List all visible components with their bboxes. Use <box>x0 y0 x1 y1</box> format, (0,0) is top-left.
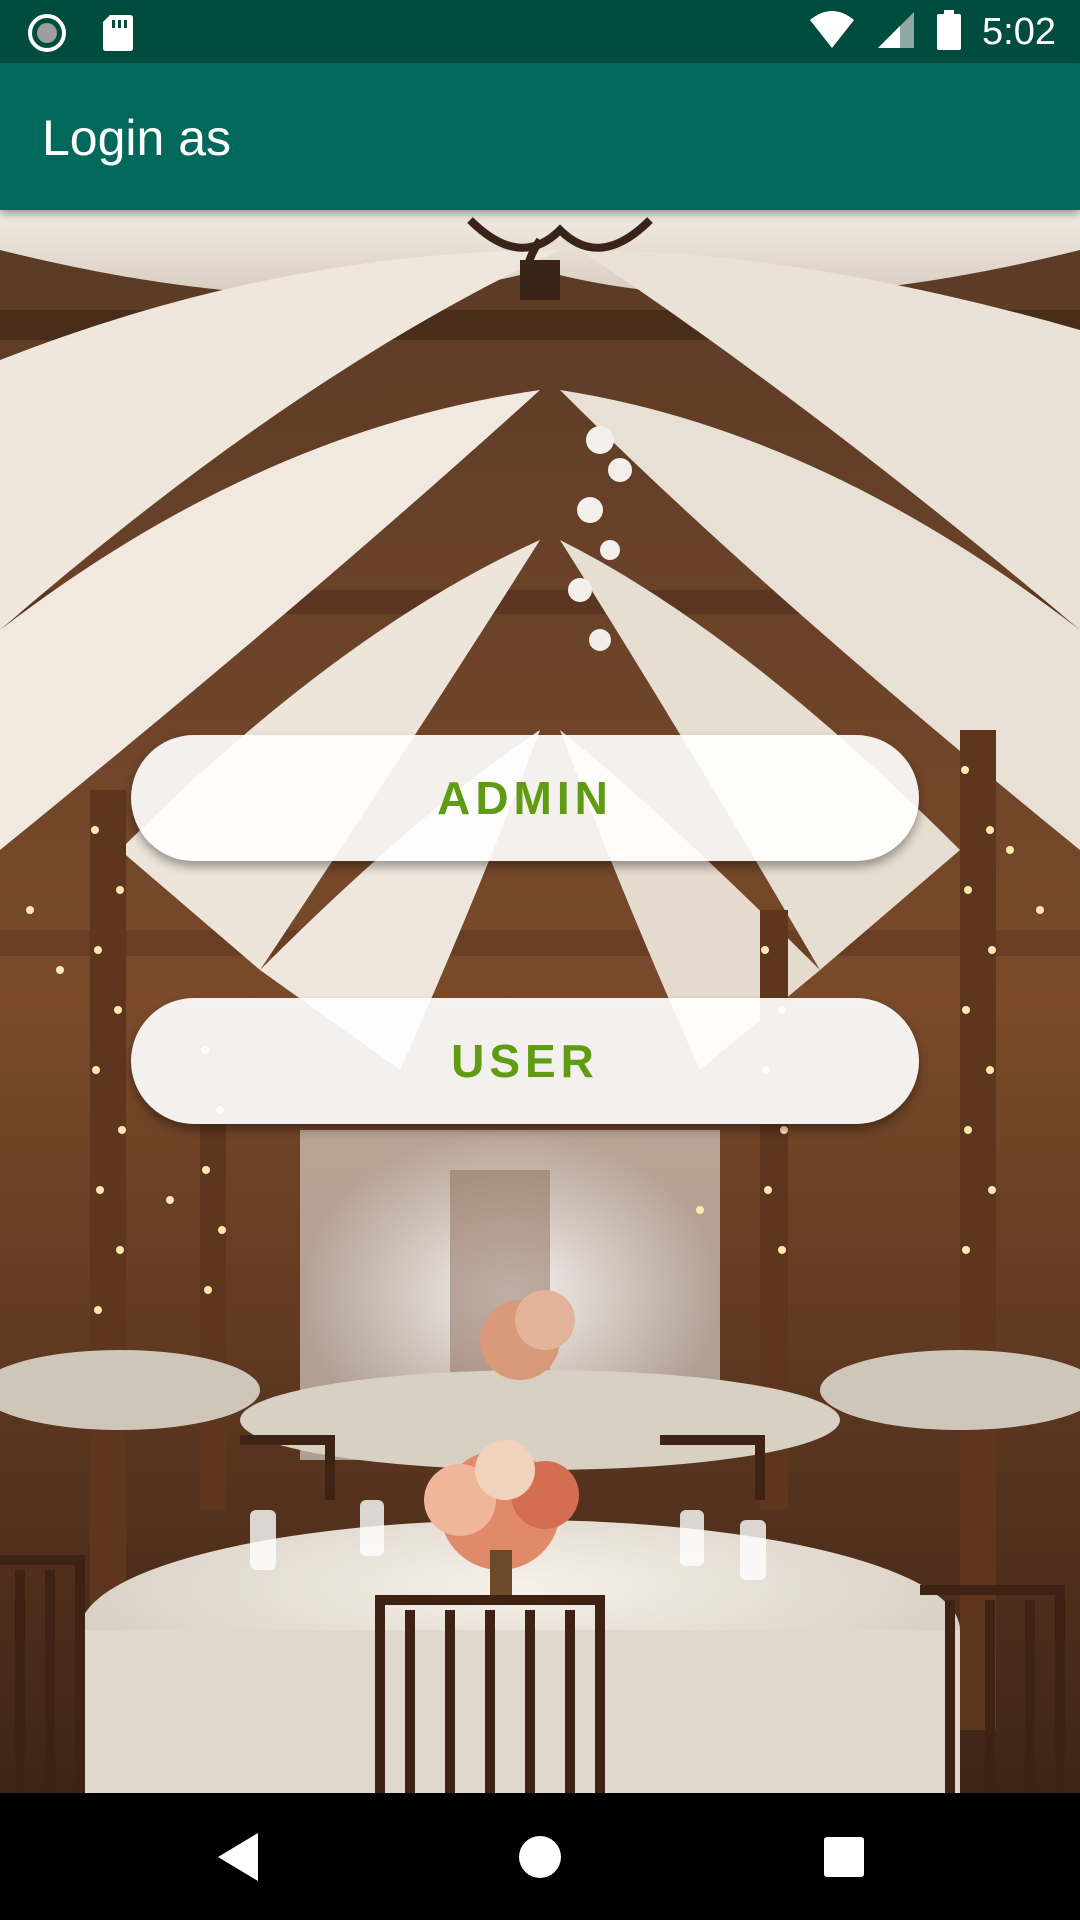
back-icon[interactable] <box>198 1821 278 1893</box>
signal-icon <box>876 10 916 55</box>
recents-icon[interactable] <box>804 1821 884 1893</box>
status-bar-right: 5:02 <box>808 8 1056 56</box>
home-icon[interactable] <box>500 1821 580 1893</box>
status-time: 5:02 <box>982 11 1056 53</box>
record-icon <box>28 14 66 57</box>
sd-card-icon <box>102 14 134 57</box>
status-bar: 5:02 <box>0 0 1080 63</box>
page-title: Login as <box>42 110 232 166</box>
status-bar-left <box>28 14 134 57</box>
user-button[interactable]: USER <box>131 998 919 1124</box>
battery-icon <box>936 9 962 55</box>
app-bar: Login as <box>0 63 1080 210</box>
screen: 5:02 Login as ADMIN USER <box>0 0 1080 1920</box>
admin-button[interactable]: ADMIN <box>131 735 919 861</box>
navigation-bar <box>0 1793 1080 1920</box>
wifi-icon <box>808 10 856 55</box>
